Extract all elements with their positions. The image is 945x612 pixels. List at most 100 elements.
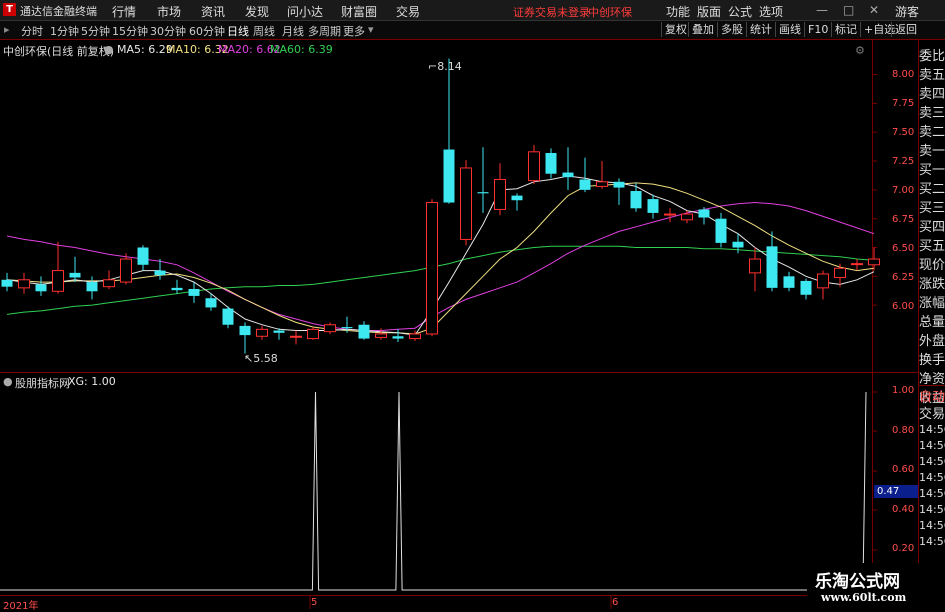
candle-body-up (426, 202, 438, 335)
quote-weibi: 委比 (919, 49, 945, 64)
y-tick-725: 7.25 (892, 156, 915, 167)
tab-trade[interactable]: 交易 (919, 403, 945, 422)
candle (18, 272, 30, 294)
quote-outer: 外盘 (919, 334, 945, 349)
candle-body-down (579, 179, 591, 190)
tick-time: 14:56 (919, 519, 945, 532)
candle (868, 247, 880, 271)
candle-body-up (324, 324, 336, 333)
candle-body-up (409, 333, 421, 340)
tick-time: 14:56 (919, 423, 945, 436)
candle (307, 327, 319, 340)
candle (256, 325, 268, 340)
candle (630, 182, 642, 212)
low-arrow-icon: ↖ (244, 352, 254, 365)
candle (239, 322, 251, 354)
tick-time: 14:56 (919, 439, 945, 452)
quote-buy2: 买二 (919, 182, 945, 197)
candle-body-up (494, 178, 506, 210)
ma20-line (6, 201, 875, 331)
candle (460, 159, 472, 246)
candle-body-up (868, 258, 880, 266)
quote-panel: 委比 卖五 卖四 卖三 卖二 卖一 买一 买二 买三 买四 买五 现价 涨跌 涨… (918, 40, 945, 609)
quote-buy5: 买五 (919, 239, 945, 254)
candle (494, 163, 506, 216)
candle (698, 207, 710, 225)
tick-time: 14:56 (919, 487, 945, 500)
candle (35, 276, 47, 296)
candle-body-up (103, 279, 115, 288)
low-price-label: ↖5.58 (244, 352, 278, 365)
candle (52, 241, 64, 294)
candle (851, 259, 863, 271)
candle (171, 279, 183, 294)
candle-body-down (800, 280, 812, 295)
candle-body-up (52, 270, 64, 292)
candle-body-up (120, 258, 132, 283)
quote-sell3: 卖三 (919, 106, 945, 121)
candle-body-up (681, 213, 693, 221)
ma5-line (6, 175, 875, 336)
candle-body-down (613, 181, 625, 188)
candle (817, 270, 829, 300)
candle-body-up (664, 213, 676, 216)
candle-body-up (834, 267, 846, 278)
candle-body-up (18, 279, 30, 289)
x-label-month-6: 6 (612, 597, 619, 608)
quote-buy3: 买三 (919, 201, 945, 216)
candle (579, 157, 591, 193)
candle (783, 271, 795, 292)
y-tick-600: 6.00 (892, 301, 915, 312)
candle-body-up (596, 181, 608, 187)
candle-body-up (256, 328, 268, 337)
candle (86, 276, 98, 300)
tick-time: 14:56 (919, 535, 945, 548)
ind-tick-020: 0.20 (892, 543, 915, 554)
tick-time: 14:56 (919, 471, 945, 484)
ind-tick-080: 0.80 (892, 425, 915, 436)
y-tick-625: 6.25 (892, 272, 915, 283)
x-label-year: 2021年 (3, 601, 39, 612)
candle-body-up (307, 328, 319, 340)
candle (477, 147, 489, 213)
tick-time: 14:56 (919, 503, 945, 516)
candle (766, 231, 778, 292)
candle (511, 193, 523, 211)
watermark-title: 乐淘公式网 (815, 572, 900, 592)
ma60-line (6, 245, 875, 315)
candle (324, 322, 336, 334)
candle (1, 272, 13, 292)
candle-body-down (562, 172, 574, 178)
quote-change-pct: 涨幅 (919, 296, 945, 311)
candle (290, 330, 302, 345)
y-tick-650: 6.50 (892, 243, 915, 254)
candle (120, 253, 132, 285)
candle-body-up (290, 335, 302, 338)
candle-body-up (460, 167, 472, 240)
quote-turnover: 换手 (919, 353, 945, 368)
watermark-url: www.60lt.com (821, 591, 907, 604)
candle (613, 178, 625, 205)
candle-body-down (69, 272, 81, 278)
candle-body-down (783, 276, 795, 288)
candle-body-down (86, 282, 98, 292)
y-tick-675: 6.75 (892, 214, 915, 225)
xg-indicator-line (0, 391, 867, 591)
candle (528, 144, 540, 185)
x-label-month-5: 5 (311, 597, 318, 608)
candle-body-down (137, 247, 149, 265)
quote-buy4: 买四 (919, 220, 945, 235)
quote-sell4: 卖四 (919, 87, 945, 102)
candle (222, 306, 234, 329)
watermark: 乐淘公式网 www.60lt.com (807, 563, 943, 609)
candle-body-down (698, 209, 710, 218)
candle-body-down (154, 270, 166, 276)
candle (443, 58, 455, 204)
quote-sell1: 卖一 (919, 144, 945, 159)
candle-body-down (477, 192, 489, 194)
candle-body-up (749, 258, 761, 274)
candle-body-down (239, 325, 251, 336)
y-tick-700: 7.00 (892, 185, 915, 196)
high-price-label: ⌐8.14 (428, 60, 462, 73)
candle (409, 330, 421, 341)
